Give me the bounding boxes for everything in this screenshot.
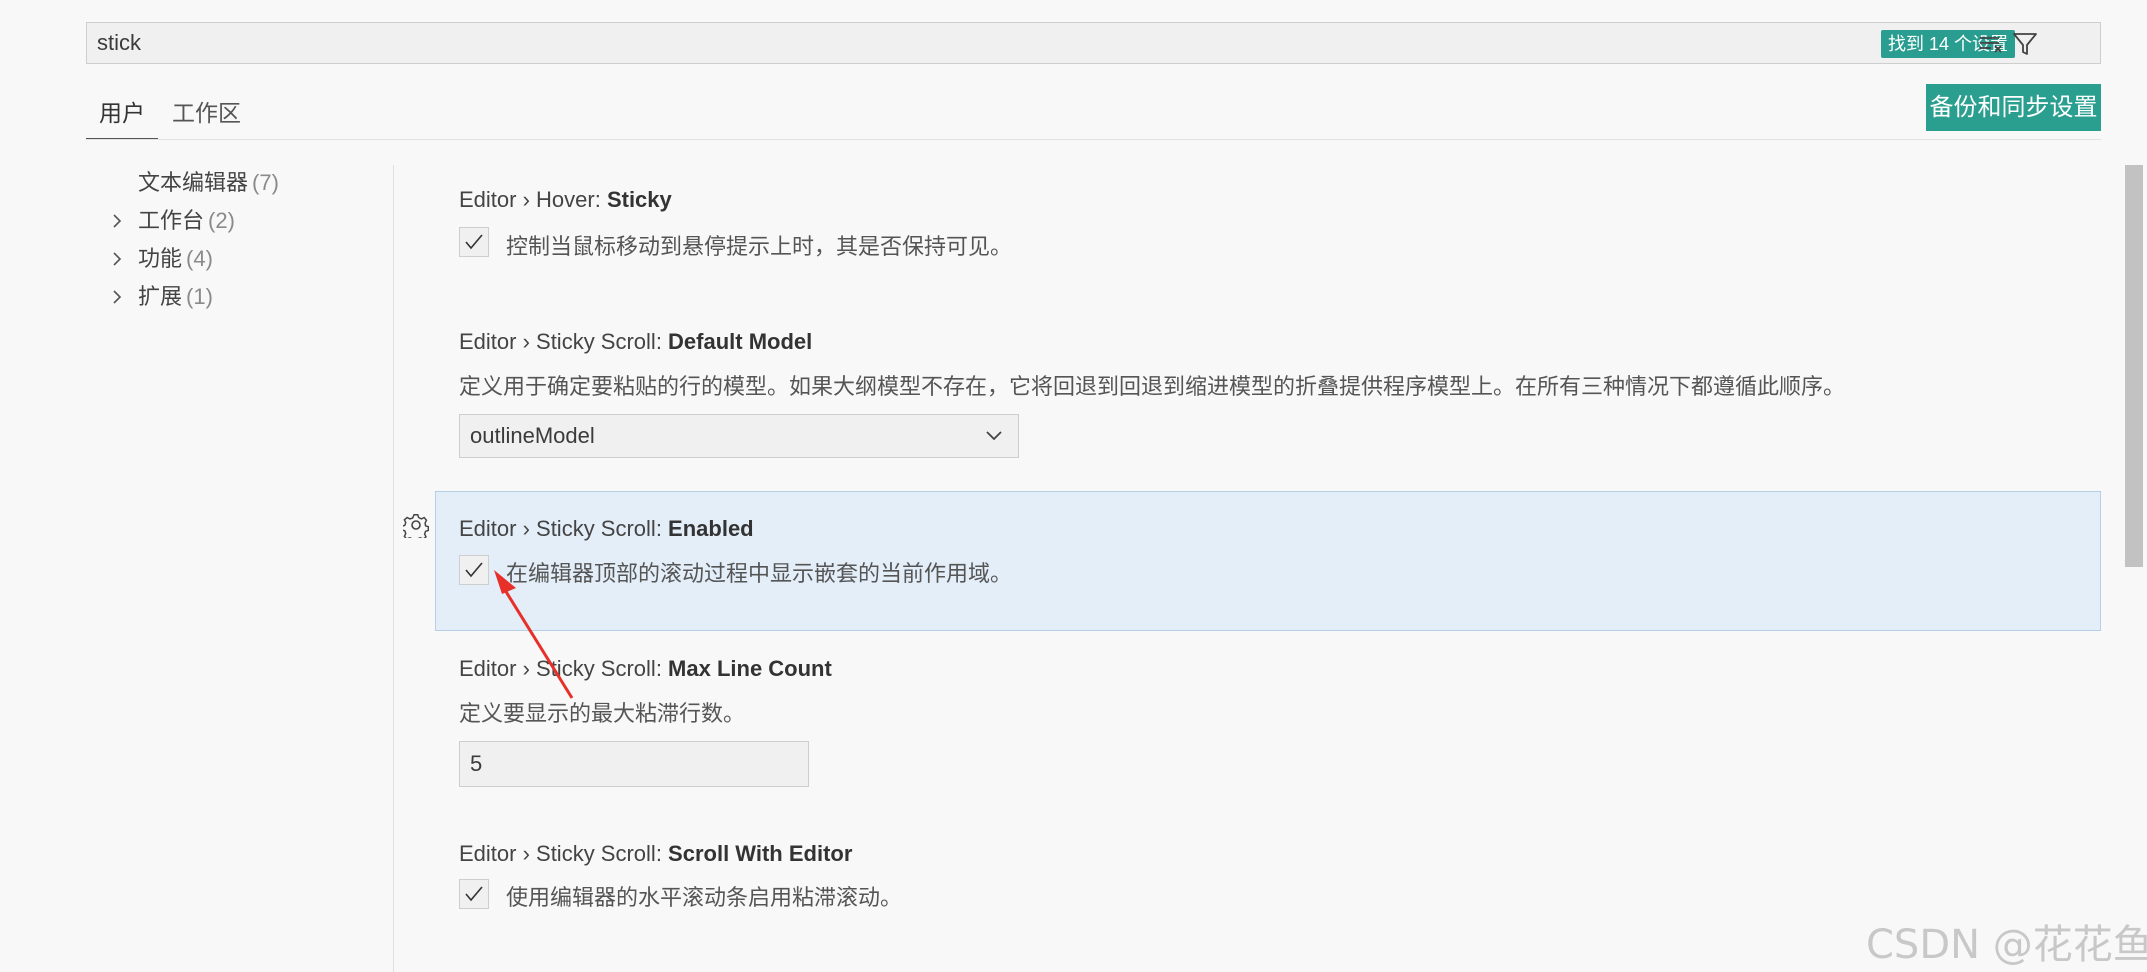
chevron-right-icon: [110, 211, 124, 231]
settings-search-bar: 找到 14 个设置: [86, 22, 2101, 64]
toc-item-count: (4): [186, 246, 213, 271]
tab-workspace[interactable]: 工作区: [172, 92, 241, 138]
setting-title: Editor › Hover: Sticky: [459, 187, 672, 212]
setting-title: Editor › Sticky Scroll: Enabled: [459, 516, 754, 541]
clear-filter-icon[interactable]: [1977, 30, 2005, 58]
chevron-right-icon: [110, 287, 124, 307]
watermark: CSDN @花花鱼: [1866, 922, 2147, 968]
toc-item-label: 工作台: [138, 208, 205, 233]
toc-item-count: (1): [186, 284, 213, 309]
checkmark-icon: [465, 562, 483, 578]
toc-item-count: (7): [252, 170, 279, 195]
chevron-right-icon: [110, 249, 124, 269]
toc-item-label: 文本编辑器: [138, 170, 249, 195]
hover-sticky-checkbox[interactable]: [459, 227, 489, 257]
setting-sticky-scroll-max-line-count: Editor › Sticky Scroll: Max Line Count 定…: [435, 648, 2101, 798]
filter-icon[interactable]: [2011, 30, 2039, 58]
toc-item-label: 扩展: [138, 284, 183, 309]
chevron-down-icon: [984, 428, 1004, 444]
setting-sticky-scroll-with-editor: Editor › Sticky Scroll: Scroll With Edit…: [435, 835, 2101, 945]
setting-description: 定义用于确定要粘贴的行的模型。如果大纲模型不存在，它将回退到回退到缩进模型的折叠…: [459, 374, 1846, 399]
toc-item-count: (2): [208, 208, 235, 233]
default-model-select[interactable]: outlineModel: [459, 414, 1019, 458]
tab-user[interactable]: 用户: [86, 92, 158, 140]
setting-title: Editor › Sticky Scroll: Default Model: [459, 329, 813, 354]
sidebar-divider: [393, 165, 394, 972]
setting-gear-icon[interactable]: [403, 512, 429, 538]
select-value: outlineModel: [470, 423, 595, 448]
setting-title: Editor › Sticky Scroll: Max Line Count: [459, 656, 832, 681]
setting-sticky-scroll-enabled: Editor › Sticky Scroll: Enabled 在编辑器顶部的滚…: [435, 491, 2101, 631]
scroll-with-editor-checkbox[interactable]: [459, 879, 489, 909]
max-line-count-input[interactable]: [459, 741, 809, 787]
setting-title: Editor › Sticky Scroll: Scroll With Edit…: [459, 841, 853, 866]
checkmark-icon: [465, 234, 483, 250]
checkmark-icon: [465, 886, 483, 902]
setting-description: 在编辑器顶部的滚动过程中显示嵌套的当前作用域。: [506, 561, 1013, 586]
setting-sticky-scroll-default-model: Editor › Sticky Scroll: Default Model 定义…: [435, 315, 2101, 475]
setting-description: 控制当鼠标移动到悬停提示上时，其是否保持可见。: [506, 234, 1013, 259]
backup-sync-button[interactable]: 备份和同步设置: [1926, 84, 2101, 131]
setting-hover-sticky: Editor › Hover: Sticky 控制当鼠标移动到悬停提示上时，其是…: [435, 175, 2101, 285]
scrollbar-thumb[interactable]: [2125, 165, 2143, 567]
setting-description: 使用编辑器的水平滚动条启用粘滞滚动。: [506, 885, 903, 910]
tabs-divider: [86, 139, 2101, 140]
search-input[interactable]: [97, 23, 1797, 63]
setting-description: 定义要显示的最大粘滞行数。: [459, 701, 746, 726]
sticky-scroll-enabled-checkbox[interactable]: [459, 555, 489, 585]
toc-item-label: 功能: [138, 246, 183, 271]
settings-page: 找到 14 个设置 用户 工作区 备份和同步设置 文本编辑器(7) 工作台(2)…: [0, 0, 2147, 972]
